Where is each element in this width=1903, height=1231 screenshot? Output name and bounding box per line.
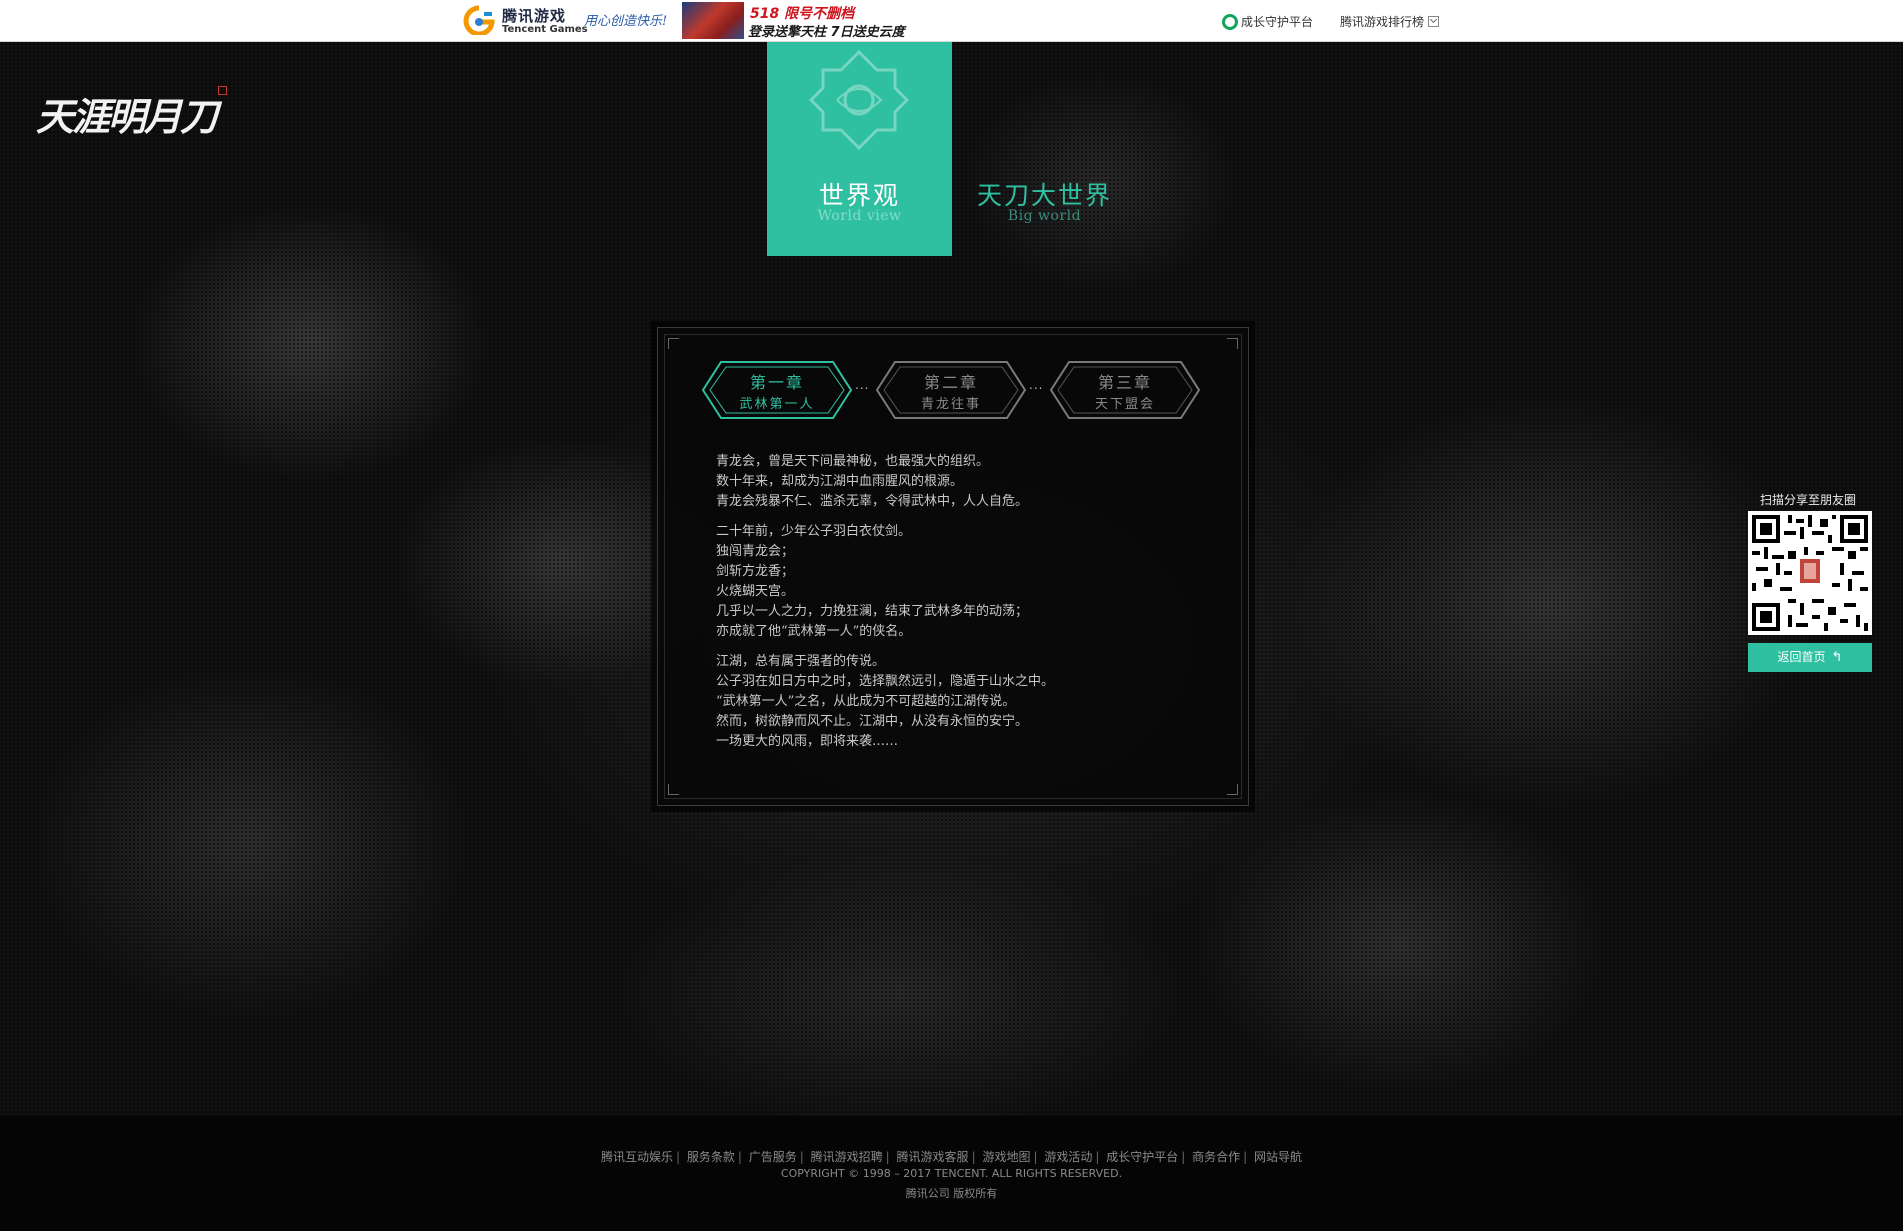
tencent-games-logo-en: Tencent Games [502,24,588,35]
footer-link-jobs[interactable]: 腾讯游戏招聘 [811,1150,883,1164]
tab-big-world-title: 天刀大世界 [976,181,1112,210]
promo-line-2: 登录送擎天柱 7日送史云度 [748,25,905,40]
ornament-icon [808,49,910,151]
game-logo[interactable]: 天涯明月刀 [36,86,228,141]
footer-separator: | [885,1150,890,1164]
qr-code-icon [1752,515,1868,631]
tab-world-view-subtitle: World view [817,208,902,224]
chapter-1-subtitle: 武林第一人 [739,397,815,412]
footer-link-ieg[interactable]: 腾讯互动娱乐 [601,1150,673,1164]
story-line: 青龙会残暴不仁、滥杀无辜，令得武林中，人人自危。 [716,494,1029,509]
chapter-separator: ... [855,378,870,392]
promo-banner[interactable]: 518 限号不删档 登录送擎天柱 7日送史云度 [682,2,908,40]
tab-world-view-title: 世界观 [818,181,900,210]
corner-ornament [1227,784,1238,795]
chapter-1-tab[interactable]: 第一章 武林第一人 [701,360,853,420]
chapter-2-subtitle: 青龙往事 [920,397,981,412]
story-line: “武林第一人”之名，从此成为不可超越的江湖传说。 [716,694,1016,709]
story-line: 江湖，总有属于强者的传说。 [716,654,886,669]
promo-robot-image [682,2,744,39]
game-ranking-label: 腾讯游戏排行榜 [1340,15,1425,29]
footer-separator: | [1243,1150,1248,1164]
return-arrow-icon: ↰ [1831,650,1843,665]
tencent-games-logo-cn: 腾讯游戏 [502,7,567,25]
back-home-button[interactable]: 返回首页 ↰ [1748,643,1872,672]
footer-separator: | [1095,1150,1100,1164]
footer-separator: | [1033,1150,1038,1164]
story-line: 数十年来，却成为江湖中血雨腥风的根源。 [716,474,964,489]
chapter-3-tab[interactable]: 第三章 天下盟会 [1049,360,1201,420]
tab-world-view[interactable]: 世界观 World view [767,42,952,256]
game-logo-text: 天涯明月刀 [36,94,218,139]
story-line: 然而，树欲静而风不止。江湖中，从没有永恒的安宁。 [716,714,1029,729]
chapter-3-title: 第三章 [1097,373,1152,392]
story-text: 青龙会，曾是天下间最神秘，也最强大的组织。 数十年来，却成为江湖中血雨腥风的根源… [716,452,1196,762]
story-line: 公子羽在如日方中之时，选择飘然远引，隐遁于山水之中。 [716,674,1055,689]
story-line: 一场更大的风雨，即将来袭…… [716,734,899,749]
footer-link-sitemap[interactable]: 网站导航 [1254,1150,1302,1164]
footer-separator: | [799,1150,804,1164]
story-line: 几乎以一人之力，力挽狂澜，结束了武林多年的动荡； [716,604,1029,619]
chapter-3-subtitle: 天下盟会 [1094,397,1155,412]
footer-separator: | [676,1150,681,1164]
footer-corp: 腾讯公司 版权所有 [905,1187,998,1200]
footer-separator: | [1181,1150,1186,1164]
footer: 腾讯互动娱乐 | 服务条款 | 广告服务 | 腾讯游戏招聘 | 腾讯游戏客服 | 游戏地图… [0,1116,1903,1231]
footer-link-events[interactable]: 游戏活动 [1044,1150,1092,1164]
footer-link-business[interactable]: 商务合作 [1192,1150,1240,1164]
chapter-2-title: 第二章 [923,373,978,392]
tab-big-world[interactable]: 天刀大世界 Big world [952,42,1137,256]
chapter-separator: ... [1029,378,1044,392]
footer-link-guard[interactable]: 成长守护平台 [1106,1150,1178,1164]
story-paragraph-2: 二十年前，少年公子羽白衣仗剑。 独闯青龙会； 剑斩方龙香； 火烧蝴天宫。 几乎以… [716,522,1196,642]
corner-ornament [668,338,679,349]
story-line: 火烧蝴天宫。 [716,584,795,599]
chapter-1-title: 第一章 [749,373,804,392]
back-home-label: 返回首页 [1777,650,1826,664]
footer-links: 腾讯互动娱乐 | 服务条款 | 广告服务 | 腾讯游戏招聘 | 腾讯游戏客服 | 游戏地图… [0,1148,1903,1165]
story-line: 剑斩方龙香； [716,564,795,579]
footer-link-map[interactable]: 游戏地图 [982,1150,1030,1164]
story-line: 独闯青龙会； [716,544,795,559]
seal-icon [218,86,228,95]
footer-link-terms[interactable]: 服务条款 [687,1150,735,1164]
story-line: 亦成就了他“武林第一人”的侠名。 [716,624,912,639]
guard-platform-link[interactable]: 成长守护平台 [1222,13,1313,30]
top-bar: 腾讯游戏 Tencent Games 用心创造快乐! 518 限号不删档 登录送… [0,0,1903,42]
footer-separator: | [737,1150,742,1164]
story-line: 青龙会，曾是天下间最神秘，也最强大的组织。 [716,454,990,469]
game-ranking-link[interactable]: 腾讯游戏排行榜 [1340,13,1440,30]
footer-link-ads[interactable]: 广告服务 [749,1150,797,1164]
guard-platform-label: 成长守护平台 [1241,15,1314,29]
footer-copyright: COPYRIGHT © 1998 – 2017 TENCENT. ALL RIG… [780,1167,1123,1180]
corner-ornament [1227,338,1238,349]
story-paragraph-3: 江湖，总有属于强者的传说。 公子羽在如日方中之时，选择飘然远引，隐遁于山水之中。… [716,652,1196,752]
promo-line-1: 518 限号不删档 [750,6,855,22]
guard-ring-icon [1222,14,1238,30]
qr-code [1748,511,1872,635]
tencent-games-logo[interactable]: 腾讯游戏 Tencent Games [462,3,588,37]
tab-big-world-subtitle: Big world [1007,208,1082,224]
chapter-2-tab[interactable]: 第二章 青龙往事 [875,360,1027,420]
tencent-games-icon [463,5,495,35]
chevron-down-icon [1428,16,1440,27]
corner-ornament [668,784,679,795]
tencent-slogan: 用心创造快乐! [584,14,668,29]
footer-separator: | [971,1150,976,1164]
story-line: 二十年前，少年公子羽白衣仗剑。 [716,524,912,539]
qr-share-label: 扫描分享至朋友圈 [1759,493,1856,507]
story-panel: 第一章 武林第一人 ... 第二章 青龙往事 ... 第三章 天下盟会 青龙会，… [657,327,1249,806]
footer-link-support[interactable]: 腾讯游戏客服 [897,1150,969,1164]
story-paragraph-1: 青龙会，曾是天下间最神秘，也最强大的组织。 数十年来，却成为江湖中血雨腥风的根源… [716,452,1196,512]
